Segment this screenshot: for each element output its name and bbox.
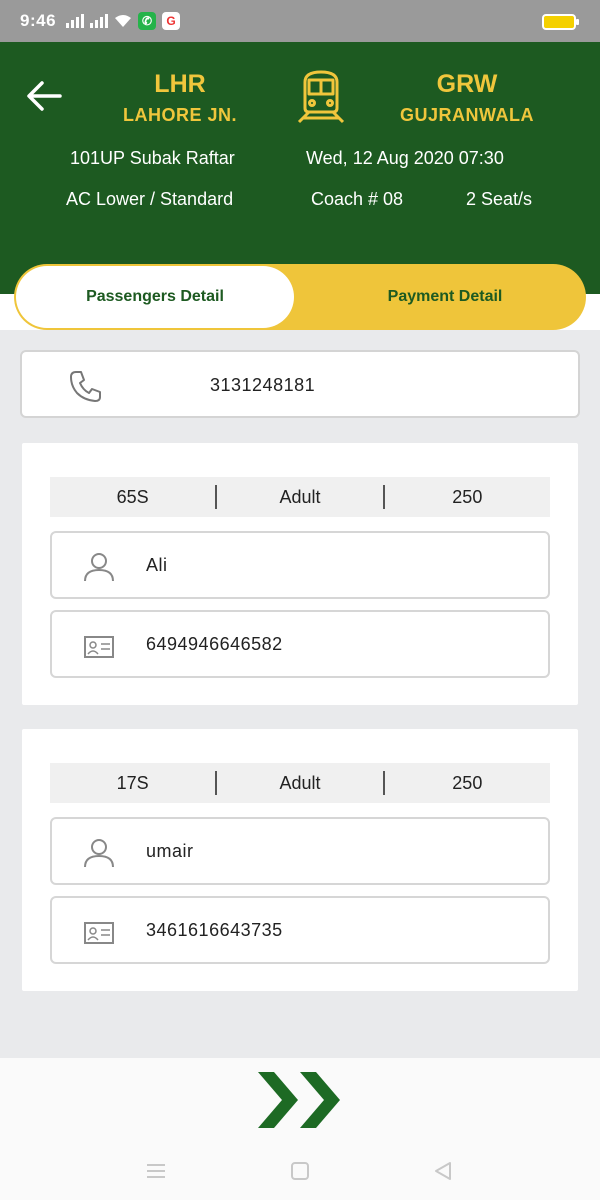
train-icon	[297, 70, 345, 124]
signal-icon	[66, 14, 85, 28]
travel-class: AC Lower / Standard	[66, 189, 234, 209]
origin-code: LHR	[154, 70, 206, 98]
passenger-id-field[interactable]: 3461616643735	[50, 896, 550, 964]
seat-info-row: 65S Adult 250	[50, 477, 550, 517]
seat-number: 65S	[116, 486, 149, 507]
bottom-bar	[0, 1058, 600, 1200]
fare: 250	[452, 772, 483, 793]
origin-station: LHR LAHORE JN.	[110, 70, 250, 126]
seat-count: 2 Seat/s	[466, 189, 533, 209]
menu-icon[interactable]	[141, 1156, 171, 1186]
passenger-id-number: 3461616643735	[146, 920, 283, 940]
destination-station: GRW GUJRANWALA	[388, 70, 546, 126]
home-icon[interactable]	[285, 1156, 315, 1186]
passenger-id-field[interactable]: 6494946646582	[50, 610, 550, 678]
id-card-icon	[84, 922, 114, 944]
id-card-icon	[84, 636, 114, 658]
fare: 250	[452, 486, 483, 507]
battery-icon	[542, 14, 579, 30]
back-triangle-icon[interactable]	[428, 1156, 458, 1186]
seat-info-row: 17S Adult 250	[50, 763, 550, 803]
status-icons: ✆ G	[66, 12, 181, 30]
passenger-card: 17S Adult 250 umair 3461616643735	[22, 729, 578, 991]
tab-payment-detail[interactable]: Payment Detail	[304, 264, 586, 330]
coach-number: Coach # 08	[311, 189, 404, 209]
back-arrow-icon[interactable]	[24, 78, 64, 114]
system-nav-bar	[0, 1146, 600, 1200]
seat-number: 17S	[116, 772, 149, 793]
passenger-name: Ali	[146, 555, 168, 575]
contact-phone-field[interactable]: 3131248181	[20, 350, 580, 418]
journey-header: LHR LAHORE JN. GRW GUJRANWALA 101UP Suba…	[0, 42, 600, 294]
origin-name: LAHORE JN.	[122, 105, 237, 125]
passenger-name-field[interactable]: Ali	[50, 531, 550, 599]
status-bar: 9:46 ✆ G	[0, 0, 600, 42]
train-name: 101UP Subak Raftar	[70, 148, 235, 168]
destination-name: GUJRANWALA	[400, 105, 534, 125]
whatsapp-icon: ✆	[138, 12, 157, 30]
wifi-icon	[115, 15, 132, 27]
passenger-name: umair	[146, 841, 194, 861]
google-icon: G	[162, 12, 181, 30]
passenger-name-field[interactable]: umair	[50, 817, 550, 885]
passenger-card: 65S Adult 250 Ali 6494946646582	[22, 443, 578, 705]
person-icon	[84, 839, 114, 868]
destination-code: GRW	[436, 70, 498, 98]
passenger-type: Adult	[279, 772, 321, 793]
passenger-type: Adult	[279, 486, 321, 507]
tab-bar: Passengers Detail Payment Detail	[14, 264, 586, 330]
tab-passengers-detail[interactable]: Passengers Detail	[16, 266, 294, 328]
status-time: 9:46	[20, 11, 57, 30]
passenger-id-number: 6494946646582	[146, 634, 283, 654]
next-double-chevron-icon[interactable]	[254, 1066, 346, 1134]
phone-number: 3131248181	[210, 375, 316, 395]
phone-icon	[70, 371, 101, 402]
signal-icon	[90, 14, 109, 28]
person-icon	[84, 553, 114, 582]
departure-datetime: Wed, 12 Aug 2020 07:30	[306, 148, 504, 168]
